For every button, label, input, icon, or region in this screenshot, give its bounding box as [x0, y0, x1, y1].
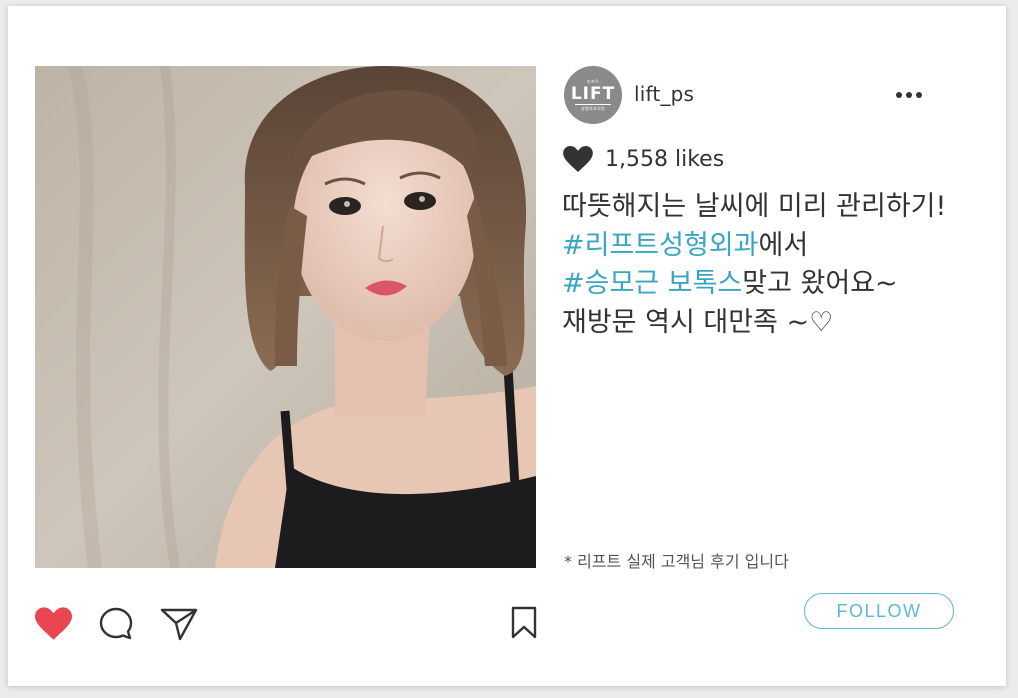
- post-photo: [35, 66, 536, 568]
- send-icon[interactable]: [160, 606, 198, 642]
- hashtag-link[interactable]: #승모근 보톡스: [562, 268, 742, 299]
- disclaimer-note: * 리프트 실제 고객님 후기 입니다: [564, 552, 789, 571]
- avatar-logo: LIFT: [570, 83, 616, 104]
- more-dot: [916, 92, 922, 98]
- avatar-divider: [575, 103, 611, 105]
- post-card: 리프트 LIFT 성형외과의원 lift_ps 1,558 likes 따뜻해지…: [8, 6, 1006, 686]
- more-dot: [906, 92, 912, 98]
- more-icon[interactable]: [896, 90, 930, 100]
- username[interactable]: lift_ps: [634, 82, 694, 106]
- avatar[interactable]: 리프트 LIFT 성형외과의원: [564, 66, 622, 124]
- hashtag-link[interactable]: #리프트성형외과: [562, 230, 759, 261]
- caption-text: 에서: [758, 229, 809, 261]
- more-dot: [896, 92, 902, 98]
- caption-line-4: 재방문 역시 대만족 ~♡: [562, 306, 834, 338]
- caption-line-1: 따뜻해지는 날씨에 미리 관리하기!: [562, 191, 947, 222]
- follow-button[interactable]: FOLLOW: [804, 593, 954, 629]
- caption-text: 맞고 왔어요~: [742, 268, 898, 299]
- heart-icon[interactable]: [35, 607, 72, 640]
- likes-row: 1,558 likes: [563, 144, 724, 174]
- bookmark-icon[interactable]: [510, 606, 538, 640]
- caption: 따뜻해지는 날씨에 미리 관리하기! #리프트성형외과에서 #승모근 보톡스맞고…: [562, 188, 992, 342]
- comment-icon[interactable]: [98, 606, 134, 642]
- likes-count: 1,558 likes: [605, 146, 725, 172]
- avatar-small-text-bottom: 성형외과의원: [581, 105, 605, 111]
- caption-line-3: #승모근 보톡스맞고 왔어요~: [562, 265, 992, 304]
- caption-line-2: #리프트성형외과에서: [562, 227, 992, 266]
- heart-icon: [563, 146, 593, 172]
